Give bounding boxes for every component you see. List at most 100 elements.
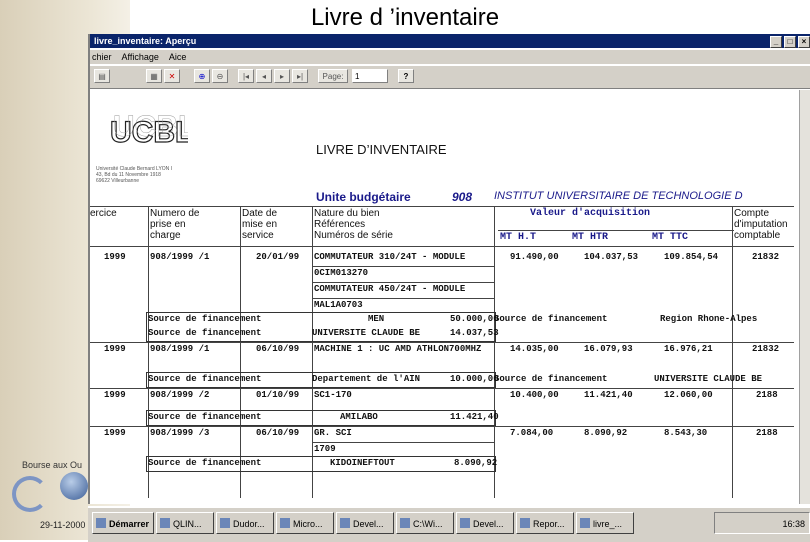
system-tray: 16:38 bbox=[714, 512, 810, 534]
cell-ttc: 12.060,00 bbox=[664, 390, 713, 400]
swirl-logo-icon bbox=[12, 476, 48, 512]
funding-amount: 50.000,00 bbox=[450, 314, 499, 324]
prev-page-icon[interactable]: ◂ bbox=[256, 69, 272, 83]
menu-affichage[interactable]: Affichage bbox=[122, 50, 159, 64]
funding-region: UNIVERSITE CLAUDE BE bbox=[654, 374, 763, 384]
print-icon[interactable]: ▦ bbox=[146, 69, 162, 83]
row-rule bbox=[312, 266, 494, 267]
cell-num: 908/1999 /1 bbox=[150, 344, 210, 354]
app-icon bbox=[580, 518, 590, 528]
cell-year: 1999 bbox=[104, 390, 126, 400]
cell-year: 1999 bbox=[104, 344, 126, 354]
maximize-button[interactable]: □ bbox=[784, 36, 796, 48]
funding-name: AMILABO bbox=[340, 412, 378, 422]
app-icon bbox=[460, 518, 470, 528]
cell-nature: MAL1A0703 bbox=[314, 300, 363, 310]
header-numero: Numero de prise en charge bbox=[150, 208, 200, 241]
cell-date: 01/10/99 bbox=[256, 390, 300, 400]
funding-label: Source de financement bbox=[148, 458, 262, 468]
header-mt-ht: MT H.T bbox=[500, 232, 537, 243]
header-date: Date de mise en service bbox=[242, 208, 278, 241]
header-valeur: Valeur d'acquisition bbox=[530, 208, 651, 219]
slide-footer-text: Bourse aux Ou bbox=[22, 460, 83, 470]
row-rule bbox=[312, 442, 494, 443]
minimize-button[interactable]: _ bbox=[770, 36, 782, 48]
cell-ht: 10.400,00 bbox=[510, 390, 559, 400]
app-icon bbox=[340, 518, 350, 528]
windows-logo-icon bbox=[96, 518, 106, 528]
zoom-icon[interactable]: ⊕ bbox=[194, 69, 210, 83]
cell-date: 06/10/99 bbox=[256, 428, 300, 438]
taskbar-item[interactable]: Repor... bbox=[516, 512, 574, 534]
close-preview-icon[interactable]: ✕ bbox=[164, 69, 180, 83]
taskbar-item[interactable]: Dudor... bbox=[216, 512, 274, 534]
help-icon[interactable]: ? bbox=[398, 69, 414, 83]
app-icon bbox=[160, 518, 170, 528]
cell-htr: 16.079,93 bbox=[584, 344, 633, 354]
ucbl-logo-icon: UCBL UCBL bbox=[109, 110, 188, 150]
cell-nature: 1709 bbox=[314, 444, 336, 454]
header-bottom-rule bbox=[90, 246, 794, 247]
cell-nature: COMMUTATEUR 450/24T - MODULE bbox=[314, 284, 466, 294]
funding-amount: 10.000,00 bbox=[450, 374, 499, 384]
funding-name: KIDOINEFTOUT bbox=[330, 458, 395, 468]
funding-label: Source de financement bbox=[148, 374, 262, 384]
window-titlebar[interactable]: livre_inventaire: Aperçu _ □ × bbox=[90, 34, 810, 48]
app-icon bbox=[220, 518, 230, 528]
slide-footer-date: 29-11-2000 bbox=[40, 520, 86, 530]
taskbar-item[interactable]: livre_... bbox=[576, 512, 634, 534]
cell-date: 20/01/99 bbox=[256, 252, 300, 262]
cell-nature: 0CIM013270 bbox=[314, 268, 369, 278]
menu-aide[interactable]: Aice bbox=[169, 50, 187, 64]
cell-num: 908/1999 /3 bbox=[150, 428, 210, 438]
window-controls: _ □ × bbox=[770, 36, 810, 48]
cell-num: 908/1999 /2 bbox=[150, 390, 210, 400]
zoom-out-icon[interactable]: ⊖ bbox=[212, 69, 228, 83]
menu-fichier[interactable]: chier bbox=[92, 50, 112, 64]
cell-htr: 8.090,92 bbox=[584, 428, 628, 438]
start-button[interactable]: Démarrer bbox=[92, 512, 154, 534]
funding-region: Region Rhone-Alpes bbox=[660, 314, 758, 324]
valeur-rule bbox=[498, 230, 734, 231]
page-label: Page: bbox=[318, 69, 348, 83]
taskbar-item[interactable]: Devel... bbox=[456, 512, 514, 534]
funding-label: Source de financement bbox=[494, 314, 608, 324]
slide-title: Livre d ’inventaire bbox=[310, 4, 500, 31]
col-divider bbox=[240, 206, 241, 498]
header-mt-htr: MT HTR bbox=[572, 232, 609, 243]
taskbar-item[interactable]: QLIN... bbox=[156, 512, 214, 534]
taskbar-item[interactable]: Devel... bbox=[336, 512, 394, 534]
cell-compte: 2188 bbox=[756, 428, 778, 438]
header-exercice: ercice bbox=[90, 208, 117, 219]
col-divider bbox=[148, 206, 149, 498]
app-icon bbox=[520, 518, 530, 528]
funding-name: MEN bbox=[368, 314, 385, 324]
close-button[interactable]: × bbox=[798, 36, 810, 48]
col-divider bbox=[732, 206, 733, 498]
header-nature: Nature du bien Références Numéros de série bbox=[314, 208, 393, 241]
row-rule bbox=[312, 282, 494, 283]
page-number-input[interactable]: 1 bbox=[352, 69, 388, 83]
cell-ht: 14.035,00 bbox=[510, 344, 559, 354]
vertical-scrollbar[interactable] bbox=[799, 90, 810, 504]
cell-nature: MACHINE 1 : UC AMD ATHLON700MHZ bbox=[314, 344, 482, 354]
funding-amount: 8.090,92 bbox=[454, 458, 498, 468]
taskbar: Démarrer QLIN... Dudor... Micro... Devel… bbox=[88, 506, 810, 542]
taskbar-item[interactable]: Micro... bbox=[276, 512, 334, 534]
cell-year: 1999 bbox=[104, 252, 126, 262]
svg-text:UCBL: UCBL bbox=[113, 110, 188, 143]
first-page-icon[interactable]: |◂ bbox=[238, 69, 254, 83]
toolbar: ▤ ▦ ✕ ⊕ ⊖ |◂ ◂ ▸ ▸| Page: 1 ? bbox=[90, 66, 810, 89]
header-compte: Compte d'imputation comptable bbox=[734, 208, 788, 241]
cell-htr: 11.421,40 bbox=[584, 390, 633, 400]
last-page-icon[interactable]: ▸| bbox=[292, 69, 308, 83]
preview-window: livre_inventaire: Aperçu _ □ × chier Aff… bbox=[88, 34, 810, 504]
print-setup-icon[interactable]: ▤ bbox=[94, 69, 110, 83]
clock: 16:38 bbox=[782, 519, 805, 529]
cell-compte: 21832 bbox=[752, 252, 780, 262]
funding-name: UNIVERSITE CLAUDE BE bbox=[312, 328, 421, 338]
row-rule bbox=[90, 388, 794, 389]
university-address: Université Claude Bernard LYON I 43, Bd … bbox=[96, 166, 173, 184]
taskbar-item[interactable]: C:\Wi... bbox=[396, 512, 454, 534]
next-page-icon[interactable]: ▸ bbox=[274, 69, 290, 83]
